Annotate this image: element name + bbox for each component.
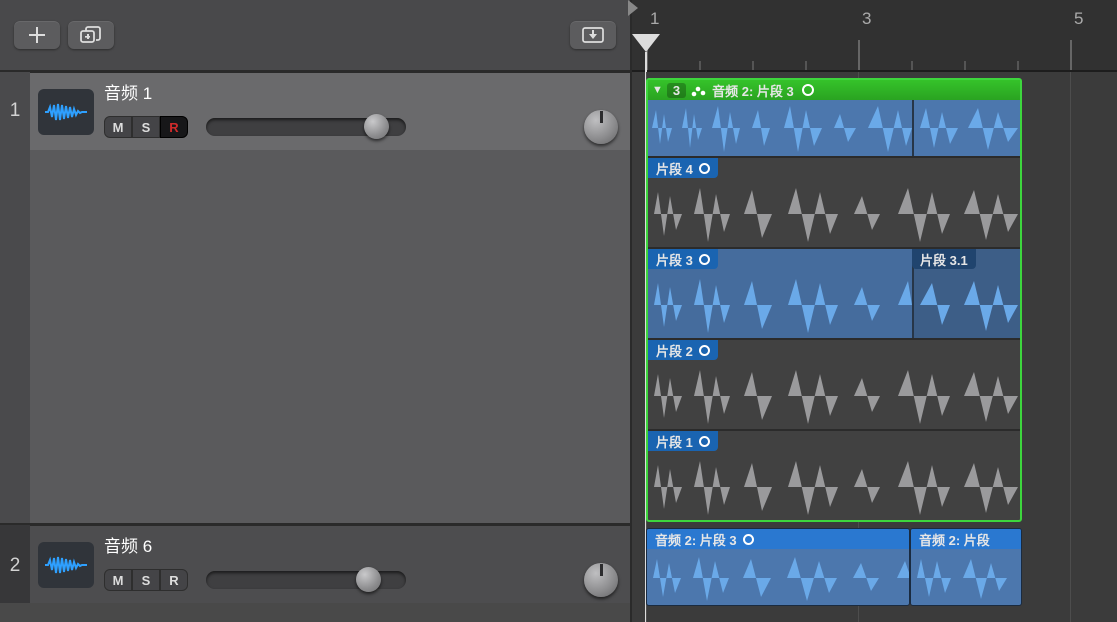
take-label[interactable]: 片段 3.1 (912, 249, 976, 269)
loop-marker-icon (699, 436, 710, 447)
region-label[interactable]: 音频 2: 片段 3 (647, 529, 909, 549)
loop-marker-icon (699, 163, 710, 174)
mute-button[interactable]: M (104, 116, 132, 138)
playhead-triangle[interactable] (632, 34, 660, 52)
ruler-bar-label: 1 (650, 9, 659, 29)
audio-region[interactable]: 音频 2: 片段 3 (646, 528, 910, 606)
volume-slider[interactable] (206, 571, 406, 589)
track-header: 音频 1 M S R (30, 72, 630, 523)
arrow-in-box-icon (582, 27, 604, 43)
volume-thumb[interactable] (356, 567, 381, 592)
take-name: 片段 3.1 (920, 250, 968, 269)
comp-header[interactable]: ▼ 3 音频 2: 片段 3 (648, 80, 1020, 100)
volume-thumb[interactable] (364, 114, 389, 139)
take-folder[interactable]: ▼ 3 音频 2: 片段 3 片段 4 (646, 78, 1022, 522)
loop-marker-icon (699, 345, 710, 356)
loop-marker-icon (743, 534, 754, 545)
pan-knob[interactable] (584, 563, 618, 597)
header-toolbar (0, 0, 630, 72)
cycle-start-icon[interactable] (628, 0, 638, 16)
track-name[interactable]: 音频 1 (104, 79, 618, 104)
loop-marker-icon (802, 84, 814, 96)
track-main: 音频 1 M S R (104, 79, 618, 144)
track-number: 1 (0, 72, 30, 523)
track-row-1[interactable]: 1 音频 1 M S R (0, 72, 630, 523)
track-header-inner: 音频 1 M S R (30, 73, 630, 150)
ruler-bar-label: 5 (1074, 9, 1083, 29)
daw-window: 1 音频 1 M S R (0, 0, 1117, 622)
take-row[interactable]: 片段 3 片段 3.1 (648, 247, 1020, 338)
add-track-button[interactable] (14, 21, 60, 49)
audio-track-icon (38, 542, 94, 588)
take-row[interactable]: 片段 4 (648, 156, 1020, 247)
comp-count-badge: 3 (667, 83, 686, 98)
mute-button[interactable]: M (104, 569, 132, 591)
track-controls: M S R (104, 110, 618, 144)
track-number: 2 (0, 525, 30, 603)
quick-swipe-icon[interactable] (690, 83, 708, 97)
msr-group: M S R (104, 116, 188, 138)
record-button[interactable]: R (160, 116, 188, 138)
track-row-2[interactable]: 2 音频 6 M S R (0, 523, 630, 603)
region-title: 音频 2: 片段 (919, 530, 990, 549)
record-button[interactable]: R (160, 569, 188, 591)
track-name[interactable]: 音频 6 (104, 532, 618, 557)
region-waveform[interactable] (647, 549, 909, 606)
region-title: 音频 2: 片段 3 (655, 530, 737, 549)
take-label[interactable]: 片段 2 (648, 340, 718, 360)
take-label[interactable]: 片段 1 (648, 431, 718, 451)
disclosure-triangle-icon[interactable]: ▼ (652, 84, 663, 96)
solo-button[interactable]: S (132, 116, 160, 138)
region-label[interactable]: 音频 2: 片段 (911, 529, 1021, 549)
take-folder-headers (30, 150, 630, 523)
comp-waveform[interactable] (648, 100, 1020, 156)
audio-track-icon (38, 89, 94, 135)
track-header-panel: 1 音频 1 M S R (0, 0, 632, 622)
take-waveform[interactable] (648, 360, 1020, 431)
take-row[interactable]: 片段 1 (648, 429, 1020, 520)
take-row[interactable]: 片段 2 (648, 338, 1020, 429)
track-main: 音频 6 M S R (104, 532, 618, 597)
msr-group: M S R (104, 569, 188, 591)
region-waveform[interactable] (911, 549, 1021, 606)
loop-marker-icon (699, 254, 710, 265)
track-header-inner: 音频 6 M S R (30, 526, 630, 603)
take-name: 片段 2 (656, 341, 693, 360)
global-tracks-button[interactable] (570, 21, 616, 49)
ruler[interactable]: 1 3 5 (632, 0, 1117, 72)
take-waveform[interactable] (648, 178, 1020, 249)
volume-slider[interactable] (206, 118, 406, 136)
take-name: 片段 3 (656, 250, 693, 269)
track-header: 音频 6 M S R (30, 525, 630, 603)
plus-icon (28, 26, 46, 44)
track-controls: M S R (104, 563, 618, 597)
take-waveform[interactable] (648, 269, 1020, 340)
take-label[interactable]: 片段 3 (648, 249, 718, 269)
take-name: 片段 4 (656, 159, 693, 178)
duplicate-icon (80, 26, 102, 44)
take-label[interactable]: 片段 4 (648, 158, 718, 178)
audio-region[interactable]: 音频 2: 片段 (910, 528, 1022, 606)
duplicate-track-button[interactable] (68, 21, 114, 49)
solo-button[interactable]: S (132, 569, 160, 591)
take-waveform[interactable] (648, 451, 1020, 522)
comp-title: 音频 2: 片段 3 (712, 81, 794, 100)
ruler-bar-label: 3 (862, 9, 871, 29)
timeline-area: 1 3 5 ▼ 3 (632, 0, 1117, 622)
take-name: 片段 1 (656, 432, 693, 451)
pan-knob[interactable] (584, 110, 618, 144)
